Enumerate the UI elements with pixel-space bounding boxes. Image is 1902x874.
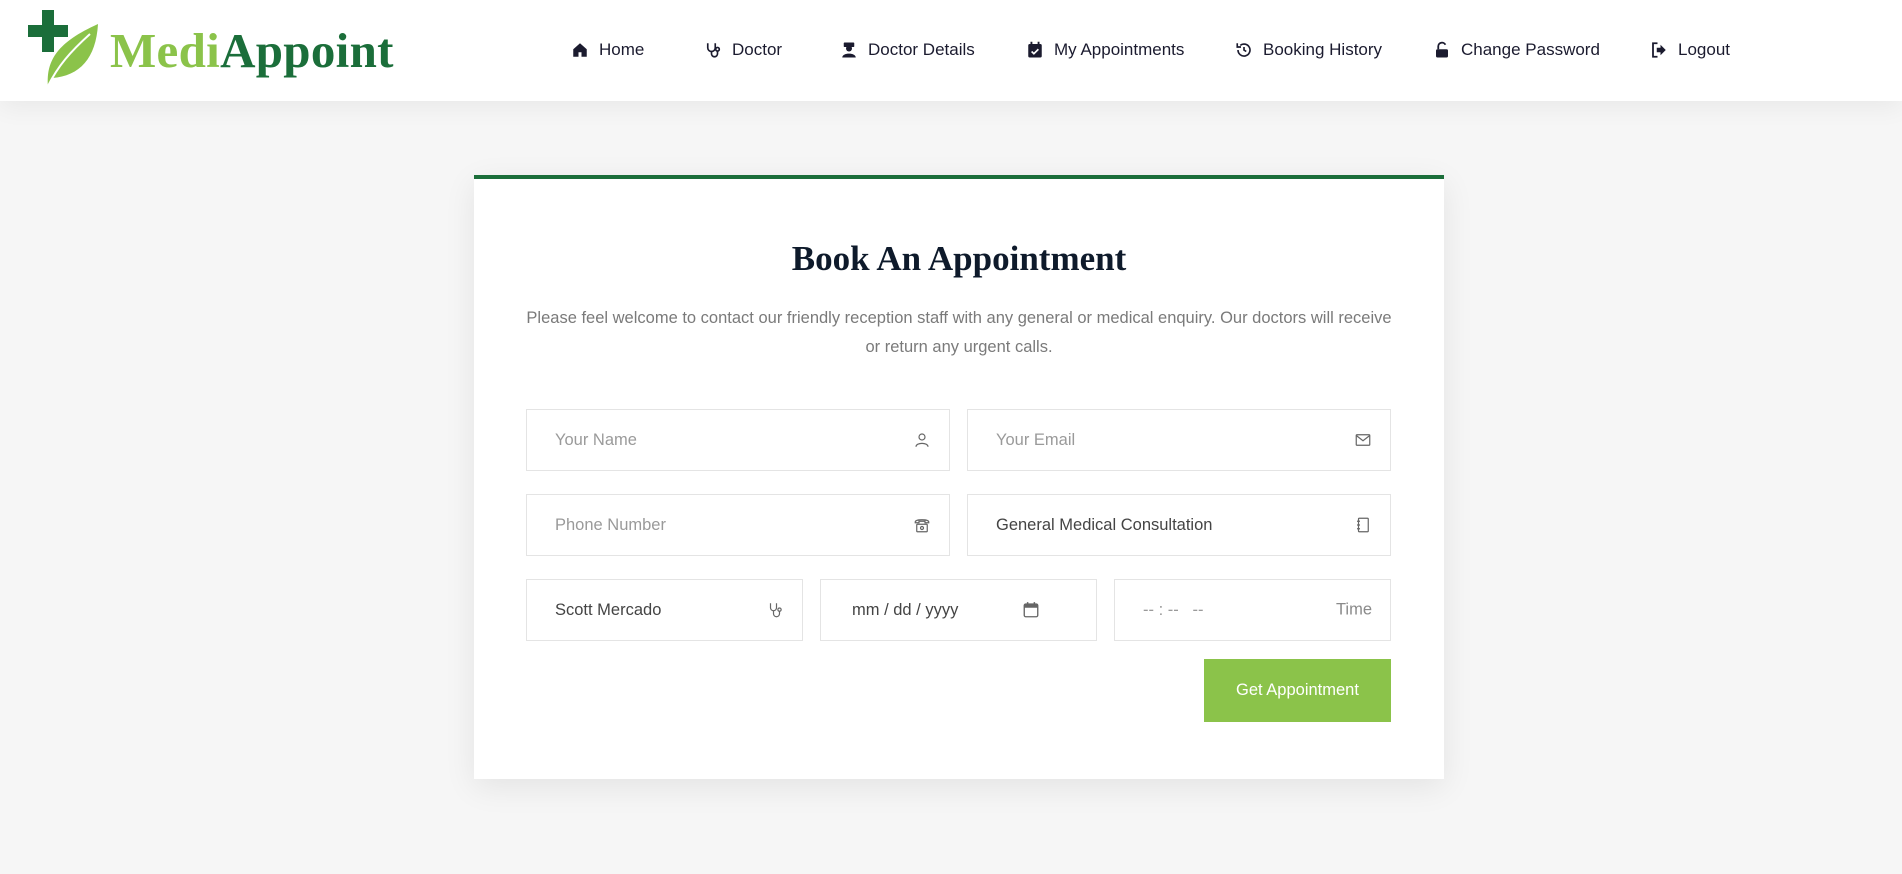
get-appointment-button[interactable]: Get Appointment <box>1204 659 1391 722</box>
phone-icon <box>914 519 930 533</box>
calendar-check-icon <box>1028 41 1042 58</box>
stethoscope-icon <box>706 43 721 58</box>
time-field[interactable]: -- : -- -- Time <box>1114 579 1391 641</box>
nav-change-password-label: Change Password <box>1461 40 1600 59</box>
nav-booking-history[interactable]: Booking History <box>1235 38 1382 62</box>
notebook-icon <box>1357 517 1369 533</box>
unlock-icon <box>1436 41 1448 58</box>
department-select[interactable]: General Medical Consultation <box>967 494 1391 556</box>
calendar-icon[interactable] <box>1022 601 1040 619</box>
logout-icon <box>1652 42 1666 58</box>
department-value: General Medical Consultation <box>996 515 1213 534</box>
home-icon <box>573 43 587 57</box>
email-input[interactable] <box>968 410 1390 470</box>
header: MediAppoint Home Doctor Doctor Details M… <box>0 0 1902 101</box>
time-label: Time <box>1335 600 1372 619</box>
name-field[interactable] <box>526 409 950 471</box>
nav-my-appointments-label: My Appointments <box>1054 40 1185 59</box>
main-nav: Home Doctor Doctor Details My Appointmen… <box>0 0 1902 101</box>
phone-input[interactable] <box>527 495 949 555</box>
nav-logout[interactable]: Logout <box>1650 38 1730 62</box>
history-icon <box>1236 43 1251 57</box>
user-icon <box>915 433 929 447</box>
nav-change-password[interactable]: Change Password <box>1433 38 1600 62</box>
doctor-icon <box>842 42 856 58</box>
nav-booking-history-label: Booking History <box>1263 40 1383 59</box>
form-description: Please feel welcome to contact our frien… <box>526 309 1392 356</box>
date-field[interactable]: mm / dd / yyyy <box>820 579 1097 641</box>
nav-doctor-label: Doctor <box>732 40 783 59</box>
date-value: mm / dd / yyyy <box>852 600 959 619</box>
nav-home-label: Home <box>599 40 645 59</box>
nav-doctor-details-label: Doctor Details <box>868 40 975 59</box>
name-input[interactable] <box>527 410 949 470</box>
envelope-icon <box>1355 434 1371 446</box>
nav-home[interactable]: Home <box>571 38 644 62</box>
doctor-select[interactable]: Scott Mercado <box>526 579 803 641</box>
nav-logout-label: Logout <box>1678 40 1730 59</box>
nav-doctor[interactable]: Doctor <box>704 38 782 62</box>
doctor-value: Scott Mercado <box>555 600 662 619</box>
phone-field[interactable] <box>526 494 950 556</box>
nav-my-appointments[interactable]: My Appointments <box>1026 38 1184 62</box>
form-title: Book An Appointment <box>791 239 1127 278</box>
appointment-form-card: Book An Appointment Please feel welcome … <box>474 175 1444 779</box>
email-field[interactable] <box>967 409 1391 471</box>
nav-doctor-details[interactable]: Doctor Details <box>840 38 975 62</box>
stethoscope-icon <box>769 603 782 618</box>
